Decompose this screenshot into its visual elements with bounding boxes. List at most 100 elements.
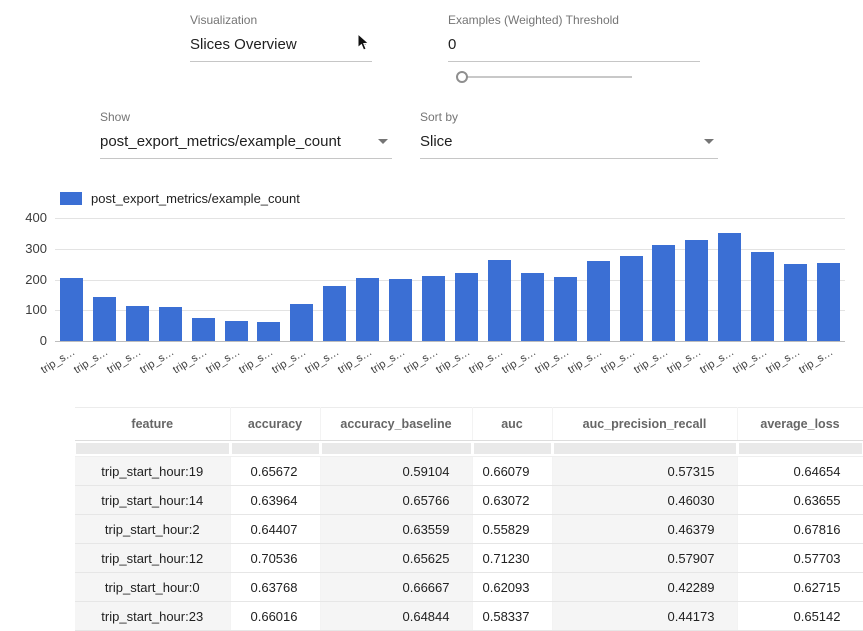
threshold-control: Examples (Weighted) Threshold [448,13,700,62]
visualization-control: Visualization Slices Overview [190,13,372,62]
table-header-row: featureaccuracyaccuracy_baselineaucauc_p… [75,408,863,441]
metric-cell: 0.63964 [230,486,320,515]
metric-cell: 0.57907 [552,544,737,573]
bar[interactable] [587,261,610,341]
filter-box [554,443,736,454]
metric-cell: 0.57315 [552,457,737,486]
sort-by-control: Sort by Slice [420,110,718,159]
column-header[interactable]: auc [472,408,552,441]
bar[interactable] [685,240,708,341]
table-row[interactable]: trip_start_hour:140.639640.657660.630720… [75,486,863,515]
slider-thumb[interactable] [456,71,468,83]
show-control: Show post_export_metrics/example_count [100,110,392,159]
legend-label: post_export_metrics/example_count [91,191,300,206]
metric-cell: 0.66667 [320,573,472,602]
metric-cell: 0.71230 [472,544,552,573]
filter-box [322,443,471,454]
threshold-label: Examples (Weighted) Threshold [448,13,700,27]
chevron-down-icon [704,139,714,144]
bar[interactable] [521,273,544,341]
chart-legend: post_export_metrics/example_count [60,191,300,206]
bar[interactable] [60,278,83,341]
bar[interactable] [323,286,346,341]
metric-cell: 0.65672 [230,457,320,486]
metric-cell: 0.70536 [230,544,320,573]
bar[interactable] [422,276,445,341]
bar[interactable] [554,277,577,341]
bar[interactable] [652,245,675,341]
table-row[interactable]: trip_start_hour:190.656720.591040.660790… [75,457,863,486]
metric-cell: 0.42289 [552,573,737,602]
bar[interactable] [389,279,412,341]
column-header[interactable]: accuracy_baseline [320,408,472,441]
metric-cell: 0.67816 [737,515,863,544]
sort-by-dropdown[interactable]: Slice [420,131,718,159]
y-axis-label: 400 [7,210,47,225]
table-filter-row [75,441,863,457]
bar[interactable] [488,260,511,341]
bar[interactable] [620,256,643,341]
bar[interactable] [93,297,116,341]
bar[interactable] [751,252,774,341]
metric-cell: 0.58337 [472,602,552,631]
bar[interactable] [225,321,248,341]
metric-cell: 0.62715 [737,573,863,602]
bar[interactable] [290,304,313,341]
visualization-dropdown[interactable]: Slices Overview [190,34,372,62]
gridline [55,218,845,219]
visualization-value: Slices Overview [190,36,297,53]
filter-cell [75,441,230,457]
bar[interactable] [718,233,741,341]
table-row[interactable]: trip_start_hour:120.705360.656250.712300… [75,544,863,573]
table-row[interactable]: trip_start_hour:00.637680.666670.620930.… [75,573,863,602]
gridline [55,341,845,342]
bar[interactable] [192,318,215,341]
column-header[interactable]: auc_precision_recall [552,408,737,441]
show-dropdown[interactable]: post_export_metrics/example_count [100,131,392,159]
mouse-cursor [357,33,373,52]
table-row[interactable]: trip_start_hour:20.644070.635590.558290.… [75,515,863,544]
metric-cell: 0.59104 [320,457,472,486]
bar[interactable] [784,264,807,341]
metric-cell: 0.55829 [472,515,552,544]
filter-cell [230,441,320,457]
y-axis-label: 100 [7,302,47,317]
metric-cell: 0.64844 [320,602,472,631]
legend-swatch [60,192,82,205]
slider-track[interactable] [461,76,632,78]
filter-box [474,443,551,454]
metrics-table: featureaccuracyaccuracy_baselineaucauc_p… [75,407,863,631]
visualization-label: Visualization [190,13,372,27]
metric-cell: 0.63559 [320,515,472,544]
table-row[interactable]: trip_start_hour:230.660160.648440.583370… [75,602,863,631]
metric-cell: 0.65142 [737,602,863,631]
metric-cell: 0.65766 [320,486,472,515]
column-header[interactable]: accuracy [230,408,320,441]
filter-cell [472,441,552,457]
bar-chart-plot: 0100200300400trip_s…trip_s…trip_s…trip_s… [55,218,845,341]
bar[interactable] [817,263,840,341]
feature-cell: trip_start_hour:12 [75,544,230,573]
feature-cell: trip_start_hour:2 [75,515,230,544]
bar[interactable] [455,273,478,341]
column-header[interactable]: average_loss [737,408,863,441]
feature-cell: trip_start_hour:14 [75,486,230,515]
metric-cell: 0.63768 [230,573,320,602]
filter-cell [737,441,863,457]
y-axis-label: 0 [7,333,47,348]
filter-box [232,443,319,454]
column-header[interactable]: feature [75,408,230,441]
bar[interactable] [356,278,379,341]
metric-cell: 0.46379 [552,515,737,544]
metric-cell: 0.63655 [737,486,863,515]
show-label: Show [100,110,392,124]
filter-cell [320,441,472,457]
bar[interactable] [159,307,182,341]
bar[interactable] [126,306,149,341]
threshold-input[interactable] [448,36,700,53]
feature-cell: trip_start_hour:0 [75,573,230,602]
bar[interactable] [257,322,280,341]
metric-cell: 0.66079 [472,457,552,486]
threshold-slider[interactable] [455,70,632,84]
sort-by-label: Sort by [420,110,718,124]
